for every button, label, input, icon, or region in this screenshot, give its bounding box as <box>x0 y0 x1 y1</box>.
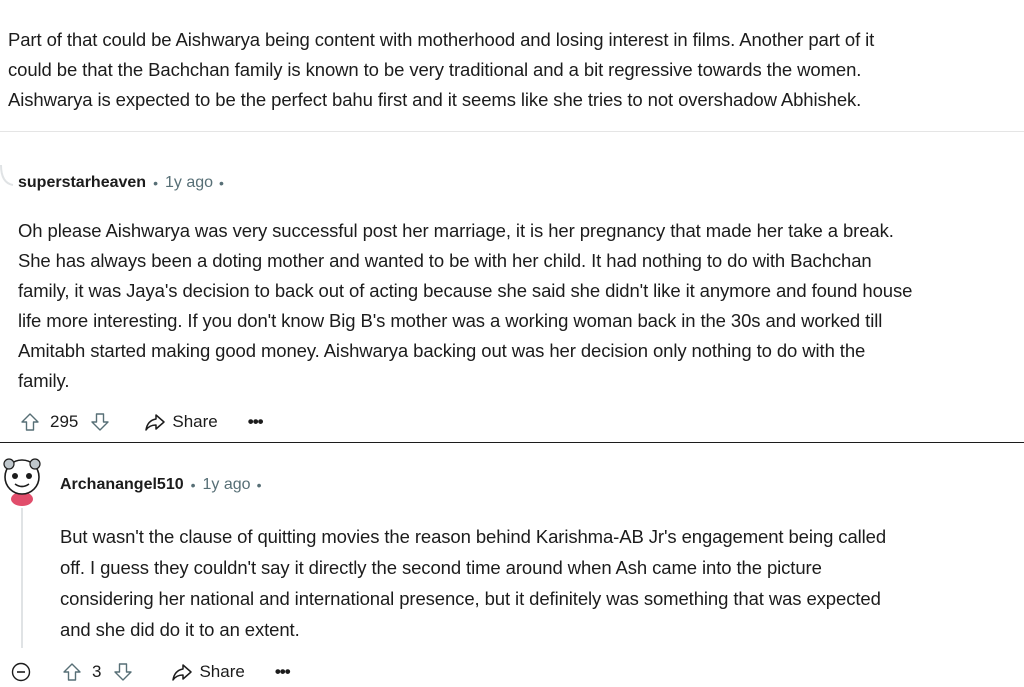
share-label: Share <box>199 662 245 681</box>
comment-actions: 295 Share ••• <box>20 412 264 432</box>
thread-line[interactable] <box>21 508 23 648</box>
divider <box>0 442 1024 443</box>
top-comment-body: Part of that could be Aishwarya being co… <box>8 25 874 115</box>
downvote-icon[interactable] <box>113 662 133 682</box>
upvote-icon[interactable] <box>62 662 82 682</box>
comment-line: life more interesting. If you don't know… <box>18 310 883 331</box>
share-icon <box>144 412 166 432</box>
share-button[interactable]: Share <box>144 412 218 432</box>
comment-line: Amitabh started making good money. Aishw… <box>18 340 866 361</box>
comment-line: considering her national and internation… <box>60 588 881 609</box>
comment-line: She has always been a doting mother and … <box>18 250 872 271</box>
comment-line: family, it was Jaya's decision to back o… <box>18 280 913 301</box>
comment-author[interactable]: Archanangel510 <box>60 476 184 494</box>
upvote-count: 3 <box>92 662 102 681</box>
comment-line: Oh please Aishwarya was very successful … <box>18 220 894 241</box>
upvote-icon[interactable] <box>20 412 40 432</box>
comment-meta: superstarheaven • 1y ago • <box>18 174 224 192</box>
comment-line: family. <box>18 370 70 391</box>
comment-line: Aishwarya is expected to be the perfect … <box>8 89 862 110</box>
comment-line: But wasn't the clause of quitting movies… <box>60 526 887 547</box>
comment-line: off. I guess they couldn't say it direct… <box>60 557 822 578</box>
share-label: Share <box>172 412 218 431</box>
separator-dot: • <box>256 477 262 493</box>
divider <box>0 131 1024 132</box>
upvote-count: 295 <box>50 412 79 431</box>
comment-body: Oh please Aishwarya was very successful … <box>18 216 912 396</box>
comment-actions: 3 Share ••• <box>62 662 291 682</box>
comment-timestamp[interactable]: 1y ago <box>203 476 251 494</box>
comment-timestamp[interactable]: 1y ago <box>165 174 213 192</box>
separator-dot: • <box>219 175 224 191</box>
collapse-icon[interactable] <box>11 662 31 682</box>
more-options-icon[interactable]: ••• <box>275 662 291 682</box>
comment-author[interactable]: superstarheaven <box>18 174 146 192</box>
share-icon <box>171 662 193 682</box>
separator-dot: • <box>190 477 196 493</box>
downvote-icon[interactable] <box>90 412 110 432</box>
thread-line-curve <box>0 165 14 186</box>
comment-line: could be that the Bachchan family is kno… <box>8 59 862 80</box>
comment-meta: Archanangel510 • 1y ago • <box>60 476 261 494</box>
separator-dot: • <box>153 175 158 191</box>
avatar[interactable] <box>0 455 44 507</box>
comment-line: Part of that could be Aishwarya being co… <box>8 29 875 50</box>
comment-line: and she did do it to an extent. <box>60 619 300 640</box>
share-button[interactable]: Share <box>163 662 245 682</box>
comment-body: But wasn't the clause of quitting movies… <box>60 521 886 645</box>
more-options-icon[interactable]: ••• <box>248 412 264 432</box>
